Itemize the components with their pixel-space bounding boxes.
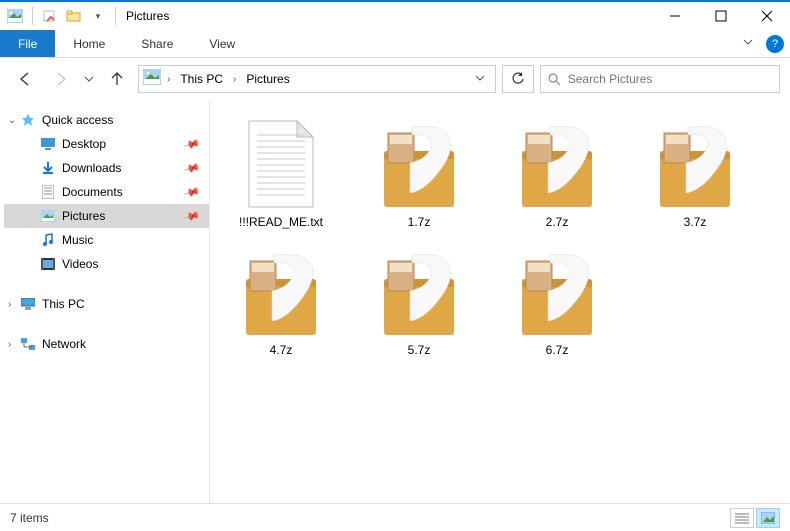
desktop-icon: [40, 136, 56, 152]
file-item[interactable]: 5.7z: [354, 240, 484, 362]
file-label: !!!READ_ME.txt: [221, 215, 341, 229]
downloads-icon: [40, 160, 56, 176]
recent-dropdown-icon[interactable]: [82, 64, 96, 94]
tab-view[interactable]: View: [191, 30, 253, 57]
details-view-button[interactable]: [730, 508, 754, 528]
star-icon: [20, 112, 36, 128]
sidebar-item-videos[interactable]: Videos: [4, 252, 209, 276]
tab-home[interactable]: Home: [55, 30, 123, 57]
navigation-pane: ⌄ Quick access Desktop 📌 Downloads 📌 Doc…: [0, 100, 210, 503]
search-input[interactable]: [568, 72, 773, 86]
sidebar-item-pictures[interactable]: Pictures 📌: [4, 204, 209, 228]
close-button[interactable]: [744, 1, 790, 31]
file-item[interactable]: 2.7z: [492, 112, 622, 234]
pin-icon: 📌: [183, 183, 201, 201]
file-tab[interactable]: File: [0, 30, 55, 57]
sidebar-quick-access[interactable]: ⌄ Quick access: [4, 108, 209, 132]
sidebar-item-downloads[interactable]: Downloads 📌: [4, 156, 209, 180]
statusbar: 7 items: [0, 503, 790, 531]
address-dropdown-icon[interactable]: [469, 70, 491, 88]
sidebar-item-music[interactable]: Music: [4, 228, 209, 252]
qat-properties-icon[interactable]: [39, 5, 61, 27]
qat-newfolder-icon[interactable]: [63, 5, 85, 27]
address-bar[interactable]: › This PC › Pictures: [138, 65, 496, 93]
file-label: 4.7z: [221, 343, 341, 357]
search-icon: [547, 72, 560, 86]
file-label: 1.7z: [359, 215, 479, 229]
file-item[interactable]: 1.7z: [354, 112, 484, 234]
network-icon: [20, 336, 36, 352]
sidebar-item-label: Network: [42, 337, 86, 351]
archive-file-icon: [374, 119, 464, 209]
refresh-button[interactable]: [502, 65, 534, 93]
sidebar-item-desktop[interactable]: Desktop 📌: [4, 132, 209, 156]
qat-dropdown-icon[interactable]: ▾: [87, 5, 109, 27]
location-icon: [143, 69, 161, 90]
sidebar-item-label: Desktop: [62, 137, 106, 151]
file-item[interactable]: !!!READ_ME.txt: [216, 112, 346, 234]
archive-file-icon: [512, 247, 602, 337]
breadcrumb-root-arrow[interactable]: ›: [165, 74, 172, 85]
file-label: 6.7z: [497, 343, 617, 357]
pictures-icon: [40, 208, 56, 224]
file-label: 5.7z: [359, 343, 479, 357]
documents-icon: [40, 184, 56, 200]
sidebar-item-label: This PC: [42, 297, 85, 311]
archive-file-icon: [512, 119, 602, 209]
back-button[interactable]: [10, 64, 40, 94]
sidebar-item-label: Downloads: [62, 161, 121, 175]
computer-icon: [20, 296, 36, 312]
sidebar-network[interactable]: › Network: [4, 332, 209, 356]
pin-icon: 📌: [183, 135, 201, 153]
titlebar: ▾ Pictures: [0, 0, 790, 30]
expand-icon[interactable]: ›: [8, 299, 11, 310]
window-title: Pictures: [120, 9, 652, 23]
pin-icon: 📌: [183, 207, 201, 225]
expand-icon[interactable]: ›: [8, 339, 11, 350]
tab-share[interactable]: Share: [123, 30, 191, 57]
archive-file-icon: [650, 119, 740, 209]
ribbon-expand-icon[interactable]: [738, 31, 758, 57]
file-item[interactable]: 4.7z: [216, 240, 346, 362]
text-file-icon: [236, 119, 326, 209]
file-item[interactable]: 6.7z: [492, 240, 622, 362]
item-count: 7 items: [10, 511, 49, 525]
sidebar-item-label: Documents: [62, 185, 123, 199]
sidebar-item-label: Music: [62, 233, 93, 247]
sidebar-item-documents[interactable]: Documents 📌: [4, 180, 209, 204]
music-icon: [40, 232, 56, 248]
breadcrumb-this-pc[interactable]: This PC: [176, 72, 227, 86]
archive-file-icon: [374, 247, 464, 337]
file-label: 3.7z: [635, 215, 755, 229]
minimize-button[interactable]: [652, 1, 698, 31]
sidebar-item-label: Videos: [62, 257, 98, 271]
collapse-icon[interactable]: ⌄: [8, 115, 16, 126]
help-button[interactable]: ?: [766, 35, 784, 53]
sidebar-item-label: Quick access: [42, 113, 113, 127]
videos-icon: [40, 256, 56, 272]
navbar: › This PC › Pictures: [0, 58, 790, 100]
maximize-button[interactable]: [698, 1, 744, 31]
sidebar-item-label: Pictures: [62, 209, 105, 223]
forward-button[interactable]: [46, 64, 76, 94]
pin-icon: 📌: [183, 159, 201, 177]
file-pane[interactable]: !!!READ_ME.txt 1.7z 2.7z 3.7z 4.7z 5.7z: [210, 100, 790, 503]
up-button[interactable]: [102, 64, 132, 94]
file-label: 2.7z: [497, 215, 617, 229]
breadcrumb-arrow[interactable]: ›: [231, 74, 238, 85]
thumbnails-view-button[interactable]: [756, 508, 780, 528]
search-box[interactable]: [540, 65, 780, 93]
file-item[interactable]: 3.7z: [630, 112, 760, 234]
app-icon: [4, 5, 26, 27]
archive-file-icon: [236, 247, 326, 337]
ribbon: File Home Share View ?: [0, 30, 790, 58]
sidebar-this-pc[interactable]: › This PC: [4, 292, 209, 316]
breadcrumb-pictures[interactable]: Pictures: [242, 72, 293, 86]
